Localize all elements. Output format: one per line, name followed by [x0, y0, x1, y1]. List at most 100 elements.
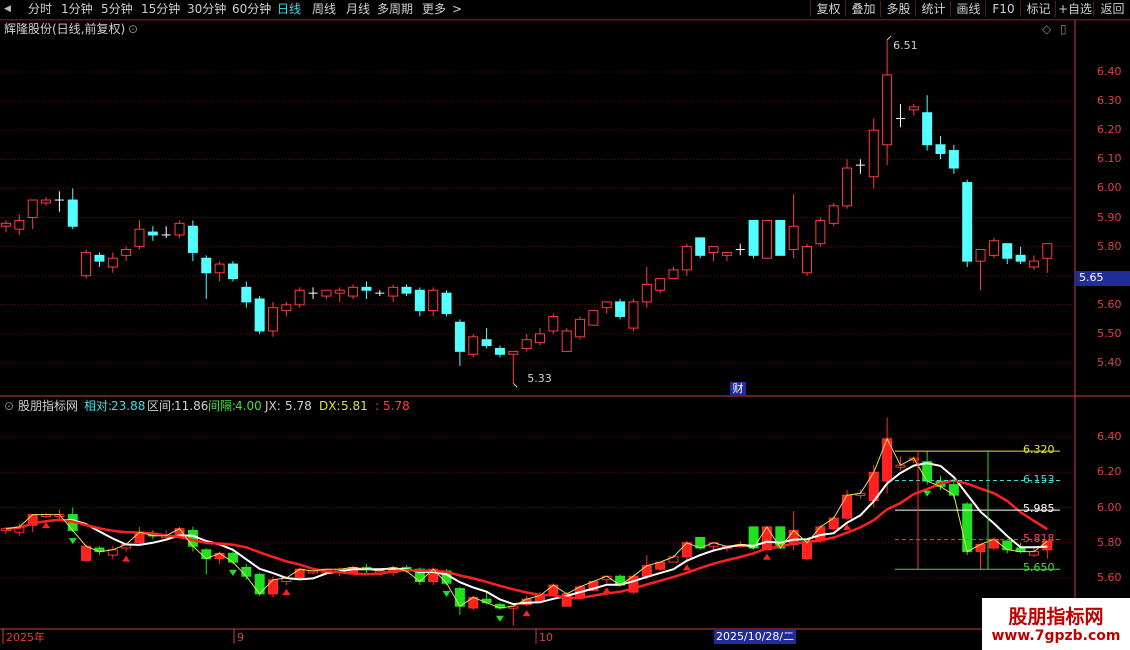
main-candle-body [641, 283, 652, 303]
main-candle-body [615, 301, 626, 317]
indicator-candle-body [681, 542, 692, 558]
main-candle-body [561, 330, 572, 352]
main-candle-body [575, 318, 586, 338]
main-candle-body [601, 301, 612, 309]
main-candle-body [1015, 254, 1026, 262]
indicator-collapse-icon[interactable]: ⊙ [4, 399, 14, 413]
main-candle-body [268, 307, 278, 332]
chart-area[interactable] [0, 20, 1130, 650]
high-marker-arrow [886, 35, 892, 41]
watermark-title: 股朋指标网 [1008, 606, 1104, 628]
main-candle-body [121, 249, 132, 256]
finance-marker: 财 [730, 382, 746, 396]
main-candle-body [548, 315, 559, 332]
down-arrow-icon [923, 490, 932, 497]
up-arrow-icon [42, 522, 51, 529]
current-price-badge: 5.65 [1075, 271, 1130, 286]
main-candle-body [628, 301, 639, 329]
period-tab-0[interactable]: 分时 [28, 2, 52, 17]
down-arrow-icon [495, 615, 504, 622]
period-tab-4[interactable]: 30分钟 [187, 2, 226, 17]
main-candle-body [174, 222, 185, 236]
level-value-label: 5.985 [1023, 502, 1055, 516]
main-price-tick: 6.20 [1097, 123, 1122, 137]
main-candle-body [695, 237, 706, 256]
period-tab-5[interactable]: 60分钟 [232, 2, 271, 17]
main-candle-body [441, 292, 452, 315]
up-arrow-icon [762, 553, 771, 560]
down-arrow-icon [442, 591, 451, 598]
indicator-candle-body [81, 545, 92, 561]
toolbar-button-0[interactable]: 复权 [810, 1, 846, 17]
indicator-value: 5.78 [285, 399, 312, 413]
main-candle-body [708, 246, 719, 253]
panel-options-icon[interactable]: ◇ [1042, 22, 1051, 36]
main-candle-body [94, 254, 105, 262]
toolbar-button-2[interactable]: 多股 [880, 1, 916, 17]
main-candle-body [214, 263, 225, 274]
period-tab-6[interactable]: 日线 [277, 2, 301, 17]
main-candle-body [134, 228, 145, 248]
toolbar-button-1[interactable]: 叠加 [845, 1, 881, 17]
title-dropdown-icon[interactable]: ⊙ [128, 22, 138, 36]
indicator-value-label: 间隔: [208, 399, 237, 413]
watermark: 股朋指标网 www.7gpzb.com [982, 598, 1130, 650]
main-candle-body [975, 249, 986, 262]
main-candle-body [988, 240, 999, 256]
main-candle-body [935, 144, 946, 154]
period-tab-8[interactable]: 月线 [346, 2, 370, 17]
main-candle-body [775, 219, 786, 256]
low-marker-arrow [512, 383, 518, 388]
up-arrow-icon [682, 564, 691, 571]
main-candle-body [521, 339, 532, 349]
toolbar-button-8[interactable]: 返回 [1093, 1, 1130, 17]
indicator-price-tick: 6.00 [1097, 500, 1122, 514]
period-tab-1[interactable]: 1分钟 [61, 2, 93, 17]
toolbar-button-5[interactable]: F10 [985, 1, 1021, 17]
indicator-value: 5.78 [383, 399, 410, 413]
main-candle-body [281, 304, 292, 312]
indicator-candle-body [802, 542, 812, 560]
main-candle-body [107, 257, 118, 268]
main-candle-body [201, 257, 212, 274]
indicator-price-tick: 5.80 [1097, 535, 1122, 549]
indicator-price-tick: 6.20 [1097, 465, 1122, 479]
main-candle-body [1002, 243, 1013, 259]
indicator-price-tick: 5.60 [1097, 571, 1122, 584]
main-candle-body [535, 333, 545, 344]
period-tab-2[interactable]: 5分钟 [101, 2, 133, 17]
main-candle-body [254, 298, 265, 332]
more-chevron-icon[interactable]: > [452, 2, 462, 17]
main-candle-body [481, 339, 492, 347]
watermark-url: www.7gpzb.com [991, 628, 1121, 644]
toolbar-button-3[interactable]: 统计 [915, 1, 951, 17]
back-icon[interactable]: ◀ [4, 2, 11, 17]
toolbar-button-6[interactable]: 标记 [1020, 1, 1056, 17]
main-candle-body [348, 286, 359, 297]
toolbar-button-7[interactable]: +自选 [1055, 1, 1094, 17]
period-tab-10[interactable]: 更多 [422, 2, 446, 17]
date-tick: 9 [237, 631, 244, 644]
main-candle-body [588, 310, 599, 326]
main-candle-body [815, 219, 826, 245]
main-candle-body [14, 219, 25, 230]
main-candle-body [81, 251, 92, 277]
main-candle-body [788, 225, 799, 251]
indicator-value: 23.88 [111, 399, 146, 413]
main-candle-body [227, 263, 238, 280]
main-candle-body [67, 199, 78, 227]
indicator-value-label: JX: [265, 399, 281, 413]
period-tab-9[interactable]: 多周期 [377, 2, 413, 17]
main-candle-body [1, 222, 11, 227]
main-candle-body [655, 278, 666, 291]
period-tab-7[interactable]: 周线 [312, 2, 336, 17]
main-panel-title: 辉隆股份(日线,前复权) [4, 22, 126, 36]
main-candle-body [681, 246, 692, 271]
indicator-candle-body [962, 503, 973, 553]
main-candle-body [882, 74, 893, 146]
toolbar-button-4[interactable]: 画线 [950, 1, 986, 17]
main-price-tick: 5.80 [1097, 239, 1122, 253]
toolbar: ◀ 分时 1分钟 5分钟 15分钟 30分钟 60分钟 日线 周线 月线 多周期 更多 > 复权 叠加 多股统… [0, 0, 1130, 20]
panel-maximize-icon[interactable]: ▯ [1060, 22, 1067, 36]
period-tab-3[interactable]: 15分钟 [141, 2, 180, 17]
